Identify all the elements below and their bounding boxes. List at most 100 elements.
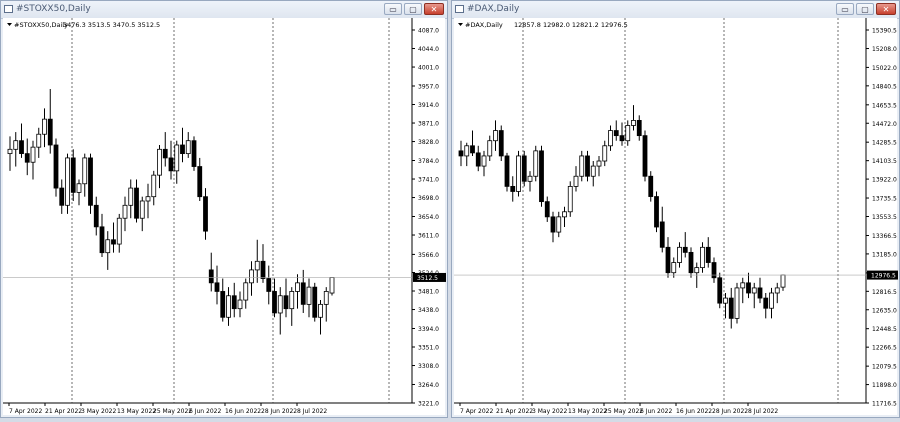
bearish-candle (272, 291, 277, 314)
chart-window-icon (4, 5, 13, 13)
bearish-candle (111, 239, 116, 245)
bullish-candle (151, 174, 157, 198)
bullish-candle (243, 282, 249, 301)
bullish-candle (780, 274, 786, 288)
minimize-button[interactable]: ▭ (384, 3, 402, 15)
bullish-candle (671, 262, 677, 274)
current-price-label: 12976.5 (871, 273, 896, 280)
price-tick-label: 3828.0 (418, 139, 439, 146)
bullish-candle (527, 175, 533, 182)
time-tick-label: 25 May 2022 (604, 408, 643, 415)
symbol-info: #DAX,Daily (465, 21, 503, 29)
bullish-candle (481, 155, 487, 167)
price-tick-label: 3308.0 (418, 363, 439, 370)
price-tick-label: 3394.0 (418, 326, 439, 333)
bullish-candle (122, 204, 128, 219)
bullish-candle (116, 217, 122, 245)
bullish-candle (226, 295, 231, 318)
price-tick-label: 3957.0 (418, 83, 439, 90)
bearish-candle (539, 150, 544, 203)
bearish-candle (705, 246, 711, 263)
bullish-candle (567, 185, 573, 213)
bearish-candle (99, 226, 105, 254)
price-tick-label: 3871.0 (418, 121, 439, 128)
close-button[interactable]: ✕ (424, 3, 444, 15)
bullish-candle (318, 303, 323, 318)
bullish-candle (30, 146, 36, 163)
ohlc-info: 12857.8 12982.0 12821.2 12976.5 (514, 21, 628, 29)
price-tick-label: 4044.0 (418, 46, 439, 53)
bearish-candle (717, 277, 723, 304)
bullish-candle (295, 282, 300, 292)
bearish-candle (619, 135, 625, 142)
bearish-candle (47, 118, 53, 146)
maximize-button[interactable]: ▢ (856, 3, 874, 15)
time-tick-label: 13 May 2022 (568, 408, 607, 415)
bullish-candle (157, 148, 162, 176)
price-tick-label: 15390.5 (872, 28, 897, 35)
price-tick-label: 15208.0 (872, 46, 897, 53)
dax-candlestick-chart[interactable]: 15390.5 15208.0 15022.0 14840.5 14653.5 14472… (454, 18, 899, 417)
time-tick-label: 6 Jun 2022 (189, 408, 221, 415)
bearish-candle (70, 157, 76, 193)
bearish-candle (191, 140, 197, 167)
price-tick-label: 13366.5 (872, 233, 897, 240)
bullish-candle (249, 269, 254, 284)
window-titlebar[interactable]: #STOXX50,Daily ▭ ▢ ✕ (1, 1, 447, 19)
time-tick-label: 25 May 2022 (153, 408, 192, 415)
bearish-candle (544, 201, 550, 218)
price-tick-label: 3351.0 (418, 345, 439, 352)
time-tick-label: 21 Apr 2022 (45, 408, 82, 415)
bullish-candle (128, 187, 134, 206)
bearish-candle (665, 246, 671, 274)
bearish-candle (134, 187, 139, 219)
bullish-candle (13, 140, 19, 150)
bearish-candle (220, 291, 226, 318)
price-tick-label: 4001.0 (418, 65, 439, 72)
minimize-button[interactable]: ▭ (836, 3, 854, 15)
bullish-candle (694, 267, 700, 274)
dax-chart-window[interactable]: #DAX,Daily ▭ ▢ ✕ 15390.5 15208.0 15022.0 14… (451, 0, 900, 418)
time-tick-label: 8 Jul 2022 (748, 408, 778, 415)
price-tick-label: 11716.5 (872, 401, 897, 408)
bearish-candle (654, 196, 659, 228)
bullish-candle (602, 145, 608, 162)
bullish-candle (277, 295, 283, 314)
bearish-candle (214, 282, 220, 292)
close-button[interactable]: ✕ (876, 3, 896, 15)
bearish-candle (585, 155, 590, 177)
bullish-candle (774, 287, 780, 294)
bullish-candle (42, 118, 47, 135)
price-chart[interactable]: 4087.0 4044.0 4001.0 3957.0 3914.0 3871.0 3828… (3, 18, 447, 417)
bullish-candle (487, 140, 493, 157)
bullish-candle (556, 216, 562, 233)
price-tick-label: 3481.0 (418, 289, 439, 296)
bullish-candle (139, 200, 145, 219)
bearish-candle (197, 166, 203, 198)
bullish-candle (769, 292, 774, 309)
stoxx-chart-window[interactable]: #STOXX50,Daily ▭ ▢ ✕ 4087.0 4044.0 4001.0 3… (0, 0, 448, 418)
window-titlebar[interactable]: #DAX,Daily ▭ ▢ ✕ (452, 1, 899, 19)
bearish-candle (300, 282, 306, 305)
time-tick-label: 21 Apr 2022 (496, 408, 533, 415)
time-tick-label: 16 Jun 2022 (676, 408, 712, 415)
bearish-candle (231, 295, 237, 310)
bullish-candle (700, 246, 705, 269)
bearish-candle (180, 144, 185, 155)
price-chart[interactable]: 15390.5 15208.0 15022.0 14840.5 14653.5 14472… (454, 18, 899, 417)
bullish-candle (82, 157, 88, 185)
bullish-candle (7, 148, 13, 155)
price-tick-label: 3566.0 (418, 252, 439, 259)
bearish-candle (521, 155, 527, 182)
bullish-candle (751, 287, 757, 294)
bearish-candle (458, 150, 464, 157)
price-tick-label: 11898.0 (872, 382, 897, 389)
time-tick-label: 13 May 2022 (117, 408, 156, 415)
bearish-candle (283, 295, 289, 310)
stoxx-candlestick-chart[interactable]: 4087.0 4044.0 4001.0 3957.0 3914.0 3871.0 3828… (3, 18, 447, 417)
maximize-button[interactable]: ▢ (404, 3, 422, 15)
price-tick-label: 14840.5 (872, 83, 897, 90)
bullish-candle (516, 155, 521, 192)
bearish-candle (613, 130, 619, 137)
price-tick-label: 4087.0 (418, 28, 439, 35)
